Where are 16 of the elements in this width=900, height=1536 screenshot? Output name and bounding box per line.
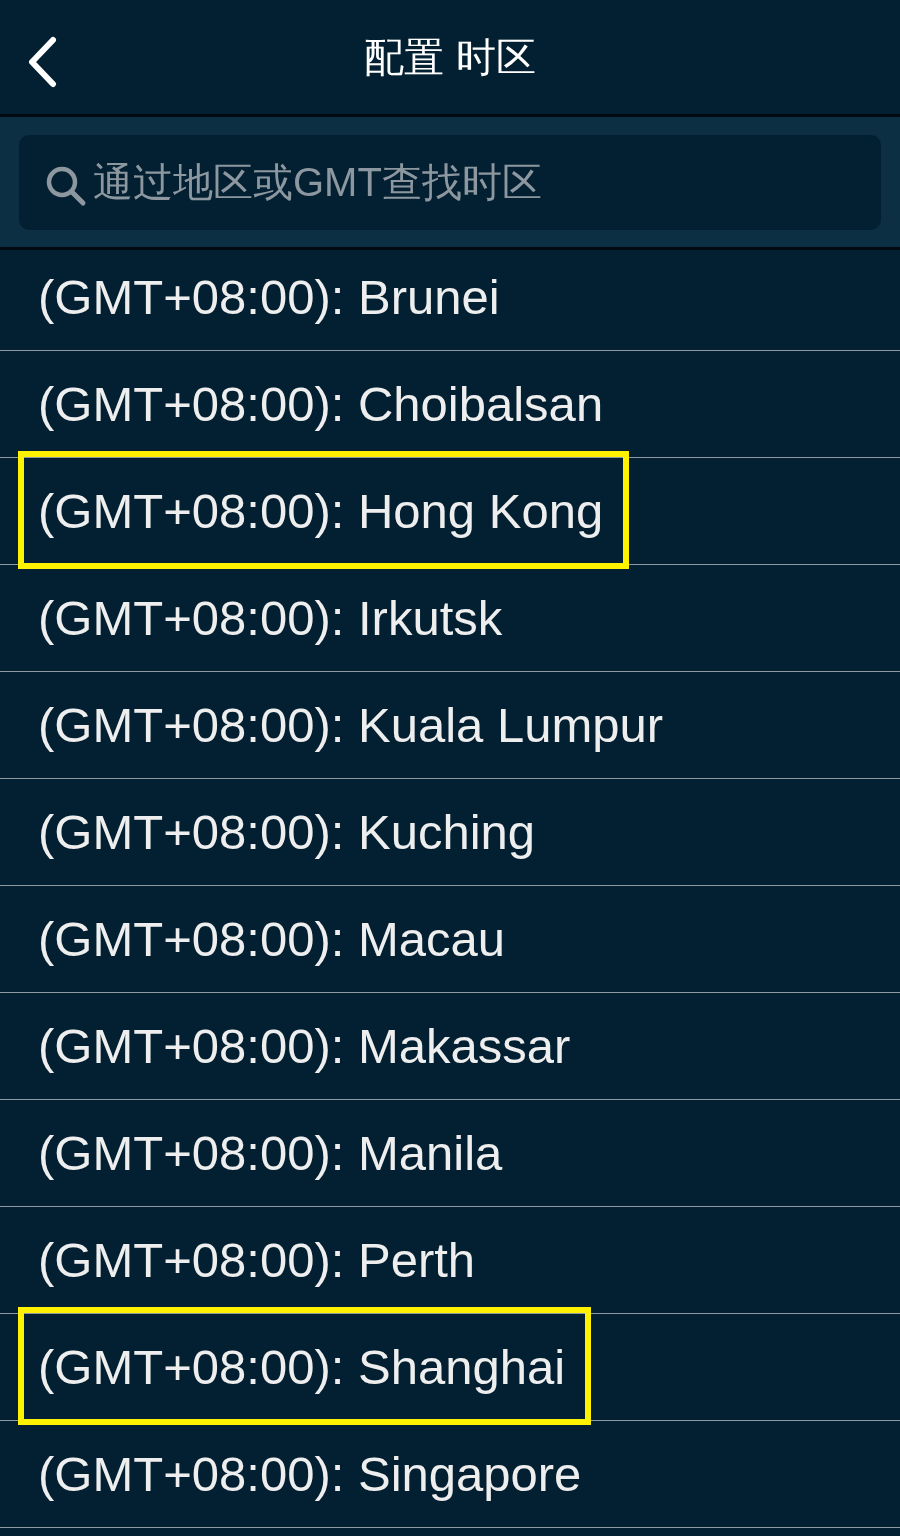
timezone-item[interactable]: (GMT+08:00): Macau <box>38 911 506 967</box>
timezone-item[interactable]: (GMT+08:00): Makassar <box>38 1018 571 1074</box>
timezone-item[interactable]: (GMT+08:00): Kuala Lumpur <box>38 697 664 753</box>
search-field[interactable]: 通过地区或GMT查找时区 <box>19 135 881 230</box>
timezone-item[interactable]: (GMT+08:00): Hong Kong <box>38 483 604 539</box>
timezone-item[interactable]: (GMT+08:00): Shanghai <box>38 1339 566 1395</box>
timezone-item[interactable]: (GMT+08:00): Choibalsan <box>38 376 604 432</box>
timezone-item[interactable]: (GMT+08:00): Kuching <box>38 804 536 860</box>
timezone-item[interactable]: (GMT+08:00): Singapore <box>38 1446 582 1502</box>
timezone-item[interactable]: (GMT+08:00): Manila <box>38 1125 503 1181</box>
page-title: 配置 时区 <box>364 34 536 81</box>
timezone-item[interactable]: (GMT+08:00): Irkutsk <box>38 590 503 646</box>
back-chevron-icon <box>27 36 57 88</box>
timezone-item[interactable]: (GMT+08:00): Brunei <box>38 269 500 325</box>
search-icon <box>45 165 87 207</box>
timezone-item[interactable]: (GMT+08:00): Perth <box>38 1232 476 1288</box>
